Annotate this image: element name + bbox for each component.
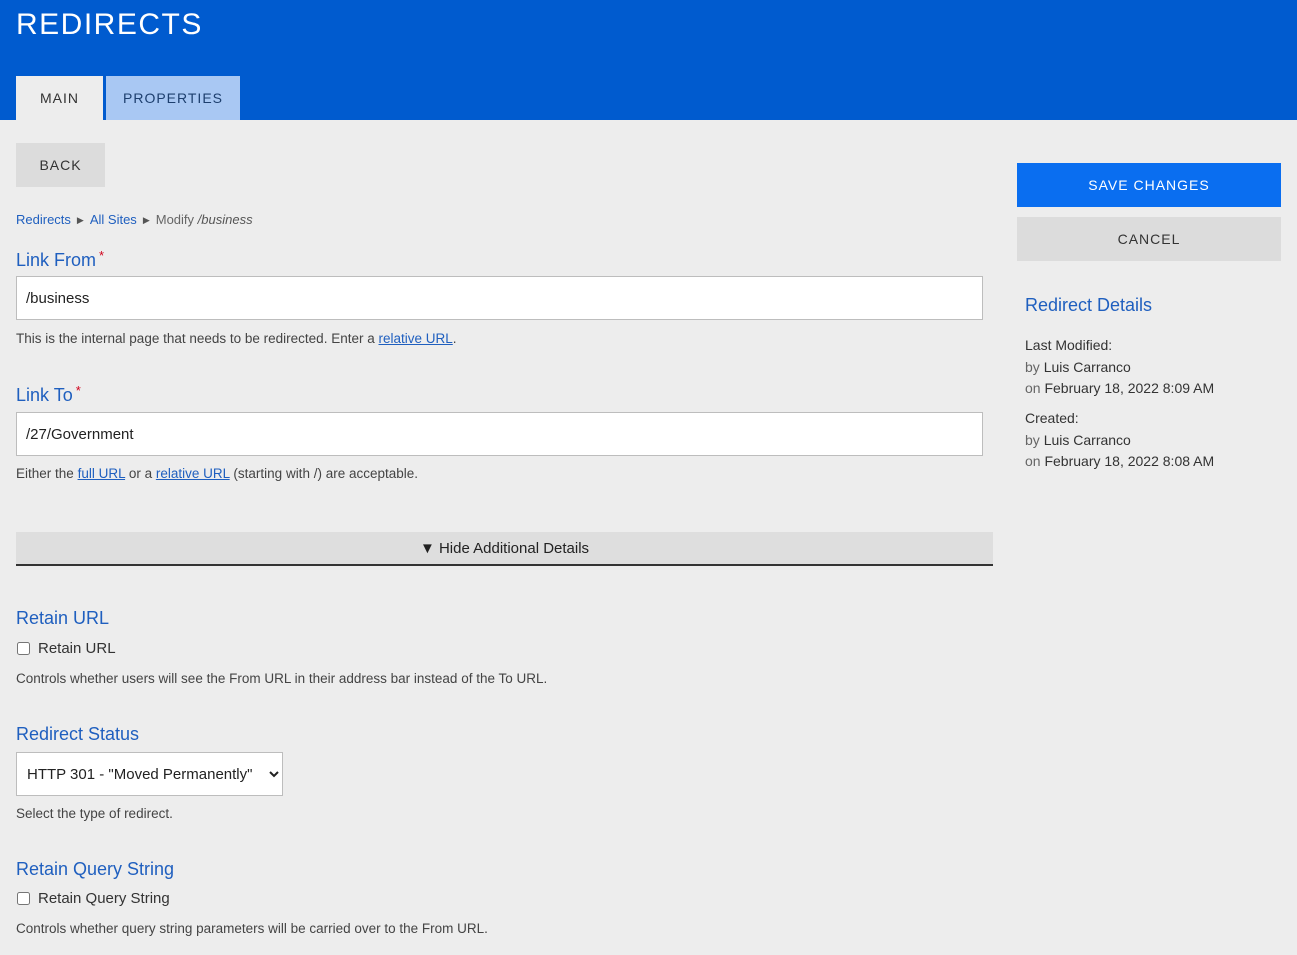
save-changes-button[interactable]: SAVE CHANGES xyxy=(1017,163,1281,207)
link-to-label-text: Link To xyxy=(16,385,73,405)
created-by: by Luis Carranco xyxy=(1025,432,1131,448)
retain-query-string-help: Controls whether query string parameters… xyxy=(16,921,488,936)
required-asterisk-icon: * xyxy=(99,248,105,263)
breadcrumb-current-prefix: Modify xyxy=(155,212,195,227)
created-label: Created: xyxy=(1025,410,1079,426)
retain-url-checkbox-label: Retain URL xyxy=(38,640,116,657)
redirect-status-help: Select the type of redirect. xyxy=(16,806,173,821)
created-on-date: February 18, 2022 8:08 AM xyxy=(1044,453,1215,469)
created-on-prefix: on xyxy=(1025,453,1041,469)
link-from-label: Link From * xyxy=(16,248,104,271)
retain-query-string-heading: Retain Query String xyxy=(16,859,175,879)
created-by-prefix: by xyxy=(1025,432,1040,448)
last-modified-by-name: Luis Carranco xyxy=(1043,359,1131,375)
page-title: REDIRECTS xyxy=(16,8,203,41)
breadcrumb-current-path: /business xyxy=(197,212,253,227)
tab-properties[interactable]: PROPERTIES xyxy=(106,76,240,120)
link-to-help: Either the full URL or a relative URL (s… xyxy=(16,466,418,481)
breadcrumb-redirects-link[interactable]: Redirects xyxy=(16,212,71,227)
redirect-status-select[interactable]: HTTP 301 - "Moved Permanently" xyxy=(16,752,283,796)
link-to-label: Link To * xyxy=(16,383,81,406)
redirect-details-title: Redirect Details xyxy=(1025,295,1153,315)
link-from-label-text: Link From xyxy=(16,250,97,270)
link-to-help-end: (starting with /) are acceptable. xyxy=(233,466,419,481)
breadcrumb-all-sites-link[interactable]: All Sites xyxy=(90,212,137,227)
link-from-input[interactable] xyxy=(16,276,983,320)
link-to-input[interactable] xyxy=(16,412,983,456)
created-on: on February 18, 2022 8:08 AM xyxy=(1025,453,1214,469)
back-button[interactable]: BACK xyxy=(16,143,105,187)
retain-url-heading: Retain URL xyxy=(16,608,110,628)
retain-url-checkbox-row[interactable]: Retain URL xyxy=(16,640,116,657)
breadcrumb-separator-icon: ▶ xyxy=(142,215,150,225)
last-modified-label: Last Modified: xyxy=(1025,337,1113,353)
last-modified-on: on February 18, 2022 8:09 AM xyxy=(1025,380,1214,396)
link-to-help-start: Either the xyxy=(16,466,74,481)
link-from-help-text: This is the internal page that needs to … xyxy=(16,331,375,346)
retain-query-string-checkbox-label: Retain Query String xyxy=(38,890,170,907)
hide-additional-details-toggle[interactable]: ▼ Hide Additional Details xyxy=(16,532,993,566)
link-from-help: This is the internal page that needs to … xyxy=(16,331,457,346)
tab-main[interactable]: MAIN xyxy=(16,76,103,120)
link-from-help-end: . xyxy=(452,331,457,346)
link-to-relative-url-link[interactable]: relative URL xyxy=(156,466,230,481)
last-modified-by-prefix: by xyxy=(1025,359,1040,375)
redirect-status-heading: Redirect Status xyxy=(16,724,140,744)
last-modified-by: by Luis Carranco xyxy=(1025,359,1131,375)
breadcrumb: Redirects ▶ All Sites ▶ Modify /business xyxy=(16,212,253,227)
header-bar: REDIRECTS MAIN PROPERTIES xyxy=(0,0,1297,120)
retain-query-string-checkbox-row[interactable]: Retain Query String xyxy=(16,890,170,907)
cancel-button[interactable]: CANCEL xyxy=(1017,217,1281,261)
last-modified-on-date: February 18, 2022 8:09 AM xyxy=(1044,380,1215,396)
breadcrumb-separator-icon: ▶ xyxy=(76,215,84,225)
created-by-name: Luis Carranco xyxy=(1043,432,1131,448)
link-from-relative-url-link[interactable]: relative URL xyxy=(379,331,453,346)
retain-url-help: Controls whether users will see the From… xyxy=(16,671,548,686)
required-asterisk-icon: * xyxy=(75,383,81,398)
retain-url-checkbox[interactable] xyxy=(17,642,30,655)
retain-query-string-checkbox[interactable] xyxy=(17,892,30,905)
link-to-full-url-link[interactable]: full URL xyxy=(78,466,126,481)
link-to-help-mid: or a xyxy=(128,466,153,481)
last-modified-on-prefix: on xyxy=(1025,380,1041,396)
